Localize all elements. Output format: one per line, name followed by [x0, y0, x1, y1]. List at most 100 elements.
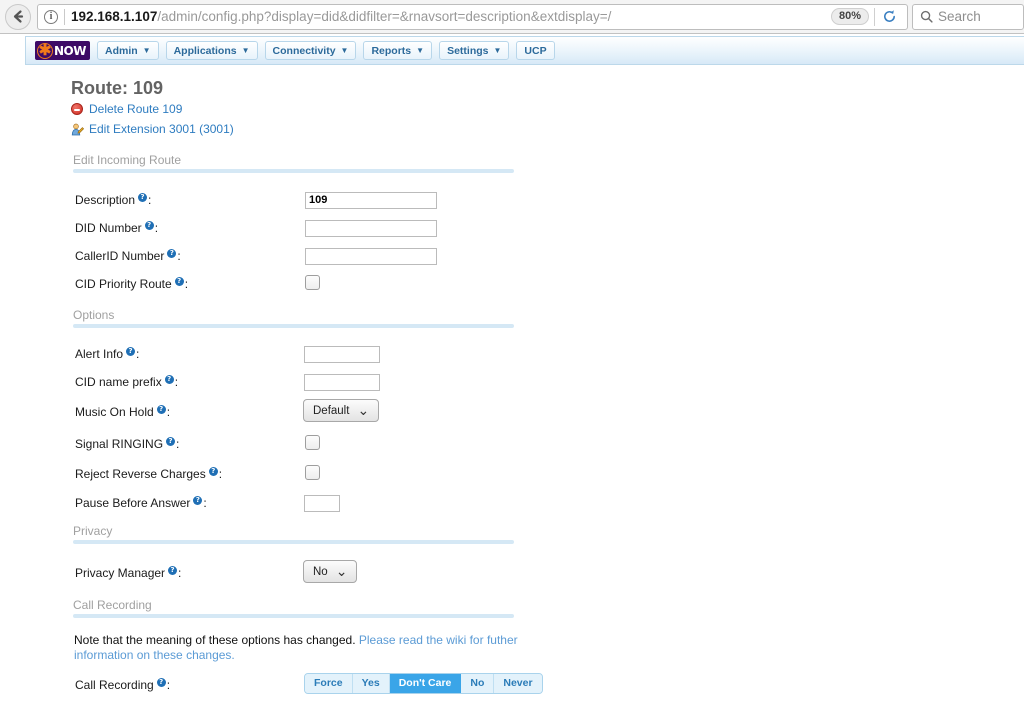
nav-item-applications[interactable]: Applications ▼ — [165, 41, 258, 60]
url-path: /admin/config.php?display=did&didfilter=… — [157, 9, 612, 24]
chevron-down-icon: ⌄ — [357, 402, 370, 419]
help-icon[interactable]: ? — [164, 375, 174, 384]
nav-item-ucp[interactable]: UCP — [516, 41, 555, 60]
zoom-level-badge[interactable]: 80% — [830, 8, 869, 25]
nav-item-connectivity[interactable]: Connectivity ▼ — [264, 41, 357, 60]
section-privacy: Privacy — [73, 524, 514, 544]
field-row-pause-before-answer: Pause Before Answer?: — [0, 494, 1024, 518]
site-info-icon[interactable]: i — [44, 9, 58, 24]
search-placeholder: Search — [938, 9, 981, 24]
label-reject-reverse-charges: Reject Reverse Charges?: — [75, 467, 223, 481]
chevron-down-icon: ⌄ — [335, 563, 348, 580]
page-title: Route: 109 — [71, 78, 164, 98]
search-input[interactable]: Search — [912, 3, 1024, 30]
section-edit-incoming-route: Edit Incoming Route — [73, 153, 514, 173]
delete-icon — [71, 103, 83, 115]
call-recording-button-group[interactable]: Force Yes Don't Care No Never — [304, 673, 543, 694]
url-bar[interactable]: i 192.168.1.107/admin/config.php?display… — [37, 3, 908, 30]
field-row-callerid-number: CallerID Number?: — [0, 247, 1024, 271]
field-row-cid-name-prefix: CID name prefix?: — [0, 373, 1024, 397]
label-cid-name-prefix: CID name prefix?: — [75, 375, 179, 389]
url-host: 192.168.1.107 — [71, 9, 158, 24]
nav-item-label: UCP — [524, 44, 547, 57]
label-callerid-number: CallerID Number?: — [75, 249, 181, 263]
cid-name-prefix-input[interactable] — [304, 373, 380, 391]
call-recording-option-dont-care[interactable]: Don't Care — [389, 674, 462, 693]
browser-toolbar: i 192.168.1.107/admin/config.php?display… — [0, 0, 1024, 34]
asterisk-star-icon: ✱ — [37, 41, 53, 59]
help-icon[interactable]: ? — [144, 221, 154, 230]
back-arrow-icon[interactable] — [5, 3, 31, 30]
call-recording-option-force[interactable]: Force — [305, 674, 353, 693]
freepbx-logo[interactable]: ✱ NOW — [35, 41, 90, 60]
nav-item-reports[interactable]: Reports ▼ — [363, 41, 433, 60]
did-number-input[interactable] — [305, 219, 437, 237]
field-row-music-on-hold: Music On Hold?: Default ⌄ — [0, 399, 1024, 427]
search-icon — [920, 10, 933, 23]
help-icon[interactable]: ? — [168, 566, 178, 575]
help-icon[interactable]: ? — [156, 405, 166, 414]
help-icon[interactable]: ? — [166, 437, 176, 446]
user-edit-icon — [71, 123, 85, 136]
signal-ringing-checkbox[interactable] — [305, 435, 320, 450]
reload-icon[interactable] — [877, 5, 901, 29]
help-icon[interactable]: ? — [208, 467, 218, 476]
nav-item-label: Settings — [447, 44, 489, 57]
note-plain-text: Note that the meaning of these options h… — [74, 633, 359, 647]
chevron-down-icon: ▼ — [416, 45, 425, 55]
help-icon[interactable]: ? — [174, 277, 184, 286]
section-options: Options — [73, 308, 514, 328]
chevron-down-icon: ▼ — [340, 45, 349, 55]
field-row-did-number: DID Number?: — [0, 219, 1024, 243]
nav-item-settings[interactable]: Settings ▼ — [439, 41, 510, 60]
music-on-hold-select[interactable]: Default ⌄ — [303, 399, 380, 422]
nav-item-admin[interactable]: Admin ▼ — [97, 41, 159, 60]
delete-route-link[interactable]: Delete Route 109 — [89, 102, 182, 116]
edit-extension-action[interactable]: Edit Extension 3001 (3001) — [71, 122, 234, 136]
callerid-number-input[interactable] — [305, 247, 437, 265]
section-title: Options — [73, 308, 115, 322]
pause-before-answer-input[interactable] — [304, 494, 340, 512]
section-title: Privacy — [73, 524, 113, 538]
alert-info-input[interactable] — [304, 345, 380, 363]
cid-priority-route-checkbox[interactable] — [305, 275, 320, 290]
label-cid-priority-route: CID Priority Route?: — [75, 277, 189, 291]
chevron-down-icon: ▼ — [241, 45, 250, 55]
chevron-down-icon: ▼ — [493, 45, 502, 55]
nav-item-label: Admin — [105, 44, 138, 57]
label-call-recording: Call Recording?: — [75, 678, 171, 692]
label-description: Description?: — [75, 193, 152, 207]
help-icon[interactable]: ? — [167, 249, 177, 258]
help-icon[interactable]: ? — [193, 496, 203, 505]
help-icon[interactable]: ? — [156, 678, 166, 687]
field-row-signal-ringing: Signal RINGING?: — [0, 435, 1024, 459]
section-title: Call Recording — [73, 598, 152, 612]
privacy-manager-value: No — [313, 565, 328, 578]
section-title: Edit Incoming Route — [73, 153, 182, 167]
label-alert-info: Alert Info?: — [75, 347, 140, 361]
section-underline — [73, 614, 514, 618]
edit-extension-link[interactable]: Edit Extension 3001 (3001) — [89, 122, 234, 136]
toolbar-divider — [874, 7, 875, 26]
call-recording-note: Note that the meaning of these options h… — [74, 633, 522, 663]
field-row-reject-reverse-charges: Reject Reverse Charges?: — [0, 465, 1024, 489]
section-underline — [73, 540, 514, 544]
section-underline — [73, 324, 514, 328]
label-privacy-manager: Privacy Manager?: — [75, 566, 182, 580]
help-icon[interactable]: ? — [138, 193, 148, 202]
section-call-recording: Call Recording — [73, 598, 514, 618]
call-recording-option-no[interactable]: No — [461, 674, 495, 693]
privacy-manager-select[interactable]: No ⌄ — [303, 560, 358, 583]
help-icon[interactable]: ? — [126, 347, 136, 356]
description-input[interactable] — [305, 191, 437, 209]
label-signal-ringing: Signal RINGING?: — [75, 437, 180, 451]
field-row-call-recording: Call Recording?: Force Yes Don't Care No… — [0, 673, 1024, 700]
call-recording-option-never[interactable]: Never — [494, 674, 542, 693]
reject-reverse-charges-checkbox[interactable] — [305, 465, 320, 480]
delete-route-action[interactable]: Delete Route 109 — [71, 102, 182, 116]
label-did-number: DID Number?: — [75, 221, 159, 235]
field-row-privacy-manager: Privacy Manager?: No ⌄ — [0, 560, 1024, 588]
label-music-on-hold: Music On Hold?: — [75, 405, 171, 419]
nav-item-label: Connectivity — [272, 44, 336, 57]
call-recording-option-yes[interactable]: Yes — [352, 674, 390, 693]
